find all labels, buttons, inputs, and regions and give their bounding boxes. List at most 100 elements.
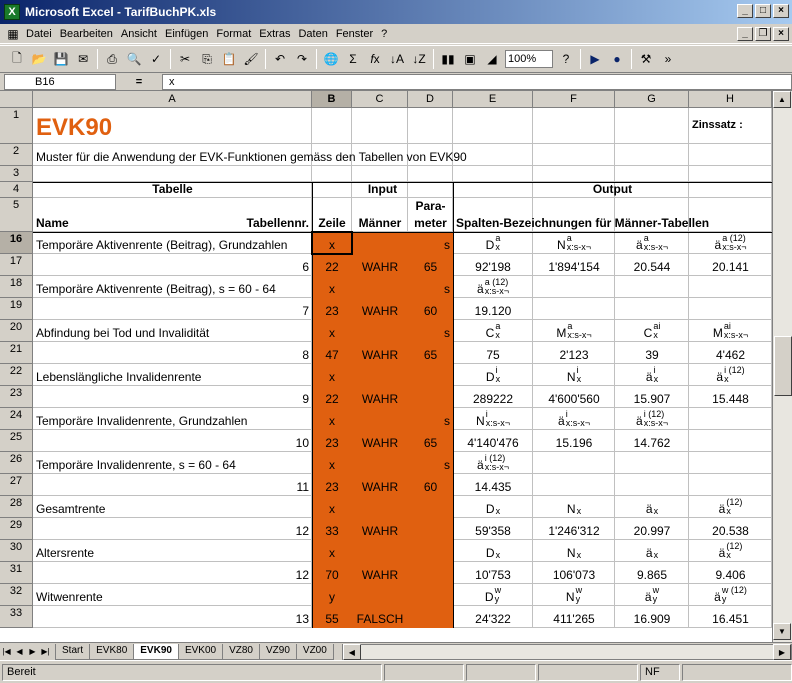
cell[interactable] [533,298,615,320]
spreadsheet-grid[interactable]: A B C D E F G H 1 2 3 4 5 16 17 18 19 20 21 22 23 24 25 26 27 28 2… [0,91,772,642]
help-icon[interactable]: ? [555,48,577,70]
cell[interactable] [615,452,689,474]
sort-descending-icon[interactable]: ↓Z [408,48,430,70]
menu-fenster[interactable]: Fenster [332,28,377,40]
column-header-a[interactable]: A [33,91,312,108]
column-header-f[interactable]: F [533,91,615,108]
cell[interactable] [408,108,453,144]
menu-datei[interactable]: Datei [22,28,56,40]
workbook-icon[interactable]: ▦ [4,23,22,45]
cell[interactable] [352,166,408,182]
cell[interactable] [408,166,453,182]
column-header-g[interactable]: G [615,91,689,108]
maximize-button[interactable]: □ [755,4,771,18]
column-header-h[interactable]: H [689,91,772,108]
column-header-e[interactable]: E [453,91,533,108]
sheet-tab-vz00[interactable]: VZ00 [295,643,334,660]
menu-extras[interactable]: Extras [255,28,294,40]
sheet-tab-start[interactable]: Start [55,643,91,660]
cell[interactable] [615,166,689,182]
scroll-left-icon[interactable]: ◀ [342,643,361,660]
cell[interactable] [312,166,352,182]
cell[interactable] [689,408,772,430]
name-box[interactable]: B16 [4,73,116,90]
doc-restore-button[interactable]: ❐ [755,27,771,41]
scroll-thumb[interactable] [774,336,792,396]
close-button[interactable]: × [773,4,789,18]
next-sheet-icon[interactable]: ▶ [26,645,39,659]
new-icon[interactable]: 🗋 [6,48,28,70]
cell[interactable] [689,276,772,298]
menu-ansicht[interactable]: Ansicht [117,28,161,40]
spelling-icon[interactable]: ✓ [145,48,167,70]
cell[interactable] [615,276,689,298]
last-sheet-icon[interactable]: ▶| [39,645,52,659]
run-macro-icon[interactable]: ▶ [584,48,606,70]
row-header-2[interactable]: 2 [0,144,33,166]
cell[interactable] [615,298,689,320]
vertical-scrollbar[interactable]: ▲ ▼ [772,91,792,642]
active-cell-b16[interactable] [311,231,353,255]
doc-close-button[interactable]: × [773,27,789,41]
horizontal-scrollbar[interactable]: ◀ ▶ [341,643,792,660]
copy-icon[interactable]: ⎘ [196,48,218,70]
open-icon[interactable]: 📂 [28,48,50,70]
record-macro-icon[interactable]: ● [606,48,628,70]
column-header-b[interactable]: B [312,91,352,108]
function-icon[interactable]: fx [364,48,386,70]
minimize-button[interactable]: _ [737,4,753,18]
sheet-tab-vz90[interactable]: VZ90 [259,643,297,660]
doc-minimize-button[interactable]: _ [737,27,753,41]
cell[interactable] [33,166,312,182]
cell[interactable] [689,166,772,182]
cell[interactable] [453,108,533,144]
toolbar-options-icon[interactable]: » [657,48,679,70]
autosum-icon[interactable]: Σ [342,48,364,70]
menu-bearbeiten[interactable]: Bearbeiten [56,28,117,40]
menu-format[interactable]: Format [212,28,255,40]
chart-wizard-icon[interactable]: ▮▮ [437,48,459,70]
formula-input[interactable]: x [162,73,792,90]
map-icon[interactable]: ▣ [459,48,481,70]
column-header-c[interactable]: C [352,91,408,108]
cell[interactable] [689,474,772,496]
column-header-d[interactable]: D [408,91,453,108]
cell[interactable] [689,298,772,320]
first-sheet-icon[interactable]: |◀ [0,645,13,659]
print-preview-icon[interactable]: 🔍 [123,48,145,70]
menu-einfgen[interactable]: Einfügen [161,28,212,40]
cell[interactable] [533,166,615,182]
cell[interactable] [689,452,772,474]
excel-app-icon[interactable]: X [4,4,20,20]
cell[interactable] [533,474,615,496]
cut-icon[interactable]: ✂ [174,48,196,70]
undo-icon[interactable]: ↶ [269,48,291,70]
menu-[interactable]: ? [377,28,391,40]
drawing-icon[interactable]: ◢ [481,48,503,70]
hyperlink-icon[interactable]: 🌐 [320,48,342,70]
cell[interactable] [533,108,615,144]
sheet-tab-evk80[interactable]: EVK80 [89,643,135,660]
cell[interactable] [312,108,352,144]
row-header-33[interactable]: 33 [0,606,33,628]
fx-label[interactable]: = [116,76,162,88]
scroll-up-icon[interactable]: ▲ [773,91,791,108]
tools-icon[interactable]: ⚒ [635,48,657,70]
format-painter-icon[interactable]: 🖌 [240,48,262,70]
print-icon[interactable]: ⎙ [101,48,123,70]
cell[interactable] [615,108,689,144]
cell[interactable] [533,452,615,474]
cell[interactable] [453,166,533,182]
prev-sheet-icon[interactable]: ◀ [13,645,26,659]
cell[interactable] [352,108,408,144]
cell[interactable] [533,276,615,298]
sheet-tab-evk00[interactable]: EVK00 [177,643,224,660]
save-icon[interactable]: 💾 [50,48,72,70]
scroll-right-icon[interactable]: ▶ [773,643,791,660]
email-icon[interactable]: ✉ [72,48,94,70]
menu-daten[interactable]: Daten [294,28,331,40]
scroll-down-icon[interactable]: ▼ [773,623,791,640]
cell[interactable] [615,474,689,496]
zoom-select[interactable]: 100% [505,50,553,68]
cell[interactable] [689,430,772,452]
